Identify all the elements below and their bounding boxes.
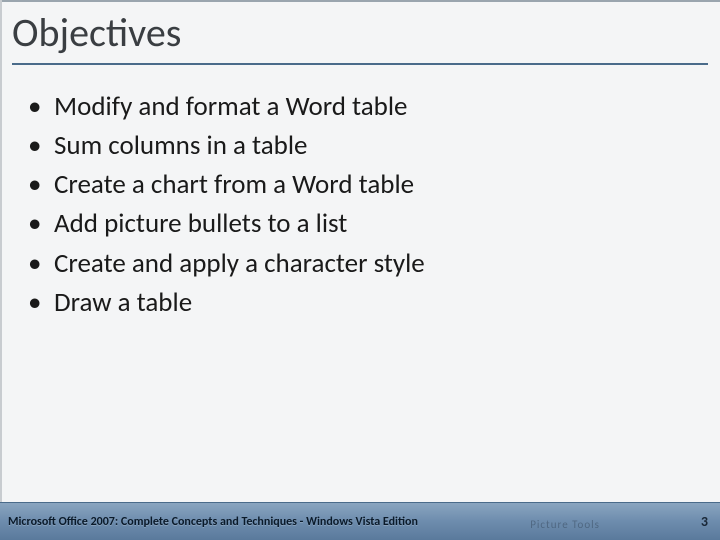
list-item: Create and apply a character style	[24, 244, 710, 283]
slide-title: Objectives	[10, 8, 710, 57]
slide-content: Objectives Modify and format a Word tabl…	[0, 0, 720, 502]
page-number: 3	[701, 513, 708, 530]
list-item: Sum columns in a table	[24, 126, 710, 165]
slide: Objectives Modify and format a Word tabl…	[0, 0, 720, 540]
title-divider	[12, 63, 708, 65]
slide-footer: Microsoft Office 2007: Complete Concepts…	[0, 502, 720, 540]
footer-ghost-text: Picture Tools	[530, 518, 600, 531]
list-item: Add picture bullets to a list	[24, 204, 710, 243]
left-edge	[0, 0, 2, 540]
objectives-list: Modify and format a Word table Sum colum…	[10, 87, 710, 322]
footer-source-text: Microsoft Office 2007: Complete Concepts…	[8, 515, 418, 529]
list-item: Draw a table	[24, 283, 710, 322]
list-item: Create a chart from a Word table	[24, 165, 710, 204]
top-edge	[0, 0, 720, 2]
list-item: Modify and format a Word table	[24, 87, 710, 126]
